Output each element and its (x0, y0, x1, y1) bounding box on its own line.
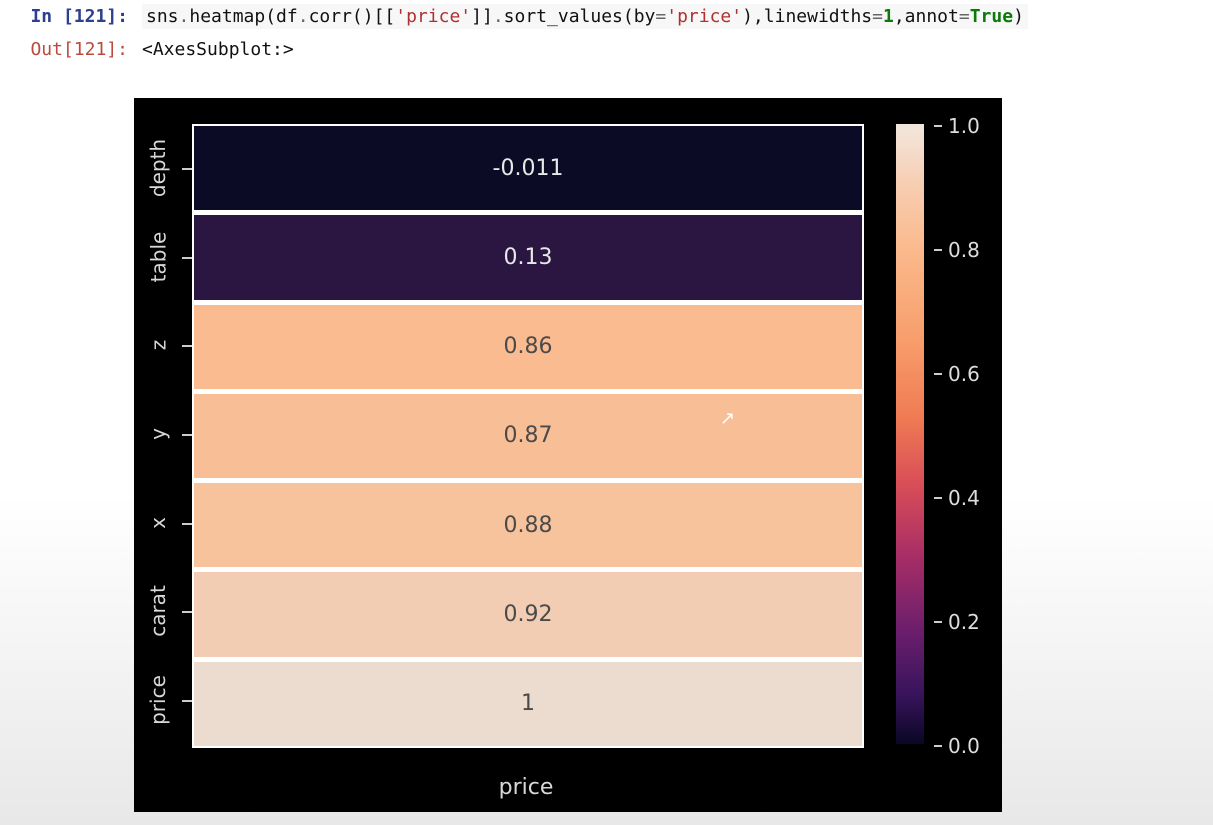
code-token: . (298, 6, 309, 27)
y-tick: carat (134, 567, 182, 656)
code-token: . (179, 6, 190, 27)
y-tick-mark (182, 611, 192, 613)
y-tick-label: y (146, 428, 170, 440)
heatmap-row: 1 (194, 662, 862, 746)
y-tick: x (134, 478, 182, 567)
heatmap-row: 0.88 (194, 483, 862, 572)
colorbar-tick-mark (934, 125, 942, 127)
colorbar-tick-mark (934, 497, 942, 499)
colorbar-tick: 0.4 (934, 486, 980, 510)
y-tick-mark (182, 345, 192, 347)
y-axis-ticks: depth table z y x carat price (134, 124, 182, 744)
code-token: ]] (471, 6, 493, 27)
heatmap-plot-area: -0.011 0.13 0.86 0.87 0.88 0.92 1 (192, 124, 864, 748)
code-token: (df (265, 6, 298, 27)
colorbar-tick: 0.8 (934, 238, 980, 262)
heatmap-row: 0.92 (194, 572, 862, 661)
code-token: ,annot (894, 6, 959, 27)
y-tick-label: price (146, 675, 170, 725)
output-cell: Out[121]: <AxesSubplot:> (0, 33, 1213, 66)
code-token: = (959, 6, 970, 27)
code-token: corr()[[ (309, 6, 396, 27)
colorbar-tick-label: 1.0 (948, 114, 980, 138)
y-tick-mark (182, 168, 192, 170)
code-token: 1 (883, 6, 894, 27)
heatmap-cell-value: 0.92 (504, 602, 553, 627)
colorbar-tick-label: 0.2 (948, 610, 980, 634)
colorbar-tick-mark (934, 249, 942, 251)
colorbar-ticks: 0.00.20.40.60.81.0 (934, 124, 984, 744)
colorbar-tick: 1.0 (934, 114, 980, 138)
y-tick-label: table (146, 232, 170, 283)
code-token: True (970, 6, 1013, 27)
y-tick: depth (134, 124, 182, 213)
heatmap-cell-value: 0.86 (504, 334, 553, 359)
y-tick: z (134, 301, 182, 390)
colorbar-tick: 0.2 (934, 610, 980, 634)
in-prompt: In [121]: (8, 4, 142, 27)
heatmap-cell-value: 0.13 (504, 245, 553, 270)
colorbar-tick-label: 0.8 (948, 238, 980, 262)
input-cell: In [121]: sns.heatmap(df.corr()[['price'… (0, 0, 1213, 33)
x-axis-label: price (192, 775, 860, 800)
heatmap-cell-value: 0.87 (504, 423, 553, 448)
y-tick: y (134, 390, 182, 479)
code-token: = (655, 6, 666, 27)
code-token: ),linewidths (742, 6, 872, 27)
y-tick-label: depth (146, 139, 170, 197)
y-tick-mark (182, 700, 192, 702)
code-token: sort_values(by (504, 6, 656, 27)
colorbar-gradient (896, 124, 924, 744)
heatmap-cell-value: 0.88 (504, 513, 553, 538)
colorbar-tick-mark (934, 621, 942, 623)
colorbar-tick: 0.6 (934, 362, 980, 386)
code-token: 'price' (666, 6, 742, 27)
y-tick-mark (182, 523, 192, 525)
heatmap-row: 0.13 (194, 215, 862, 304)
code-token: 'price' (395, 6, 471, 27)
y-tick-label: z (146, 340, 170, 351)
colorbar-tick-label: 0.6 (948, 362, 980, 386)
colorbar-tick-mark (934, 745, 942, 747)
y-tick-label: x (146, 517, 170, 529)
code-token: sns (146, 6, 179, 27)
heatmap-cell-value: -0.011 (493, 156, 564, 181)
colorbar (896, 124, 924, 744)
colorbar-tick: 0.0 (934, 734, 980, 758)
heatmap-figure: depth table z y x carat price -0.011 0.13 0.86 0.… (134, 98, 1002, 812)
code-token: ) (1013, 6, 1024, 27)
code-token: heatmap (189, 6, 265, 27)
y-tick: price (134, 655, 182, 744)
code-token: . (493, 6, 504, 27)
code-token: = (872, 6, 883, 27)
heatmap-cell-value: 1 (521, 691, 535, 716)
heatmap-row: -0.011 (194, 126, 862, 215)
colorbar-tick-label: 0.4 (948, 486, 980, 510)
heatmap-row: 0.86 (194, 305, 862, 394)
colorbar-tick-mark (934, 373, 942, 375)
y-tick-label: carat (146, 585, 170, 637)
heatmap-row: 0.87 (194, 394, 862, 483)
output-repr: <AxesSubplot:> (142, 37, 294, 62)
y-tick: table (134, 213, 182, 302)
code-input[interactable]: sns.heatmap(df.corr()[['price']].sort_va… (142, 4, 1028, 29)
y-tick-mark (182, 434, 192, 436)
out-prompt: Out[121]: (8, 37, 142, 60)
colorbar-tick-label: 0.0 (948, 734, 980, 758)
y-tick-mark (182, 257, 192, 259)
